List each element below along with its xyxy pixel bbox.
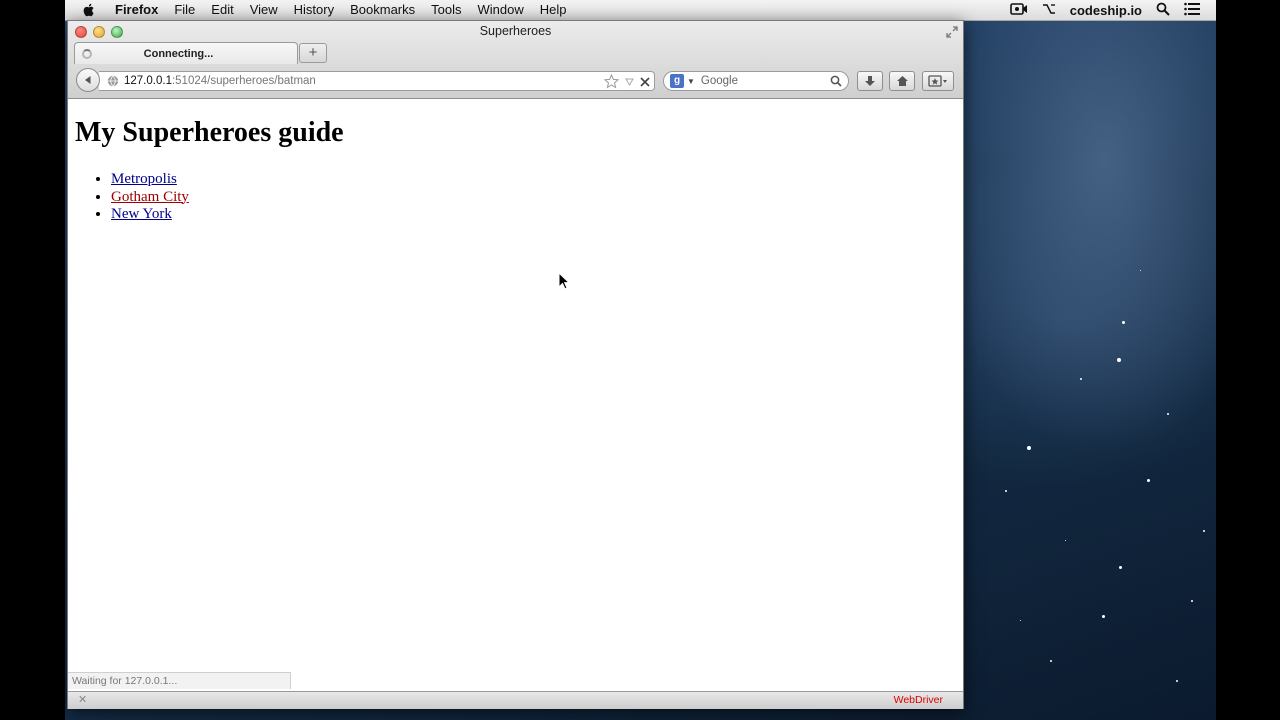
new-tab-button[interactable]: + [299,43,327,63]
url-bar[interactable]: 127.0.0.1:51024/superheroes/batman [99,71,655,91]
link-new-york[interactable]: New York [111,206,172,222]
page-content: My Superheroes guide Metropolis Gotham C… [68,99,963,689]
list-item: Metropolis [111,171,189,189]
notification-center-icon[interactable] [1184,2,1200,19]
menu-bar: Firefox File Edit View History Bookmarks… [65,0,1216,21]
search-icon[interactable] [830,75,842,90]
history-dropdown-icon[interactable] [625,77,634,89]
home-button[interactable] [889,71,915,91]
webdriver-indicator: WebDriver [893,694,943,706]
city-list: Metropolis Gotham City New York [75,171,189,224]
bookmark-star-icon[interactable] [603,73,620,92]
menu-bookmarks[interactable]: Bookmarks [342,0,423,20]
search-bar[interactable]: g ▼ Google [663,71,849,91]
page-heading: My Superheroes guide [75,117,344,148]
link-gotham-city[interactable]: Gotham City [111,189,189,205]
navigation-toolbar: 127.0.0.1:51024/superheroes/batman g ▼ … [68,64,963,98]
back-button[interactable] [76,68,100,92]
fullscreen-icon[interactable] [945,25,959,39]
tab-label: Connecting... [143,47,214,60]
url-path: :51024/superheroes/batman [171,75,316,87]
menu-view[interactable]: View [242,0,286,20]
window-title: Superheroes [479,24,552,38]
list-item: Gotham City [111,189,189,207]
bookmarks-menu-button[interactable] [922,71,954,91]
downloads-button[interactable] [857,71,883,91]
menu-history[interactable]: History [286,0,342,20]
keyboard-option-icon[interactable] [1042,3,1056,18]
search-engine-icon[interactable]: g [670,74,684,88]
search-input[interactable]: Google [701,75,738,87]
globe-icon[interactable] [107,75,119,87]
menu-app-firefox[interactable]: Firefox [107,0,166,20]
menu-window[interactable]: Window [470,0,532,20]
url-host: 127.0.0.1 [124,75,172,87]
close-addon-bar-icon[interactable]: ✕ [78,693,87,706]
menu-help[interactable]: Help [532,0,575,20]
link-metropolis[interactable]: Metropolis [111,171,177,187]
menu-bar-user[interactable]: codeship.io [1070,3,1142,18]
list-item: New York [111,206,189,224]
search-engine-dropdown-icon[interactable]: ▼ [687,77,695,86]
addon-bar: ✕ WebDriver [68,691,963,709]
window-titlebar: Superheroes Connecting... + 127.0.0.1:51… [68,21,963,99]
menu-tools[interactable]: Tools [423,0,469,20]
loading-spinner-icon [82,48,92,59]
stop-loading-icon[interactable] [640,76,650,90]
menu-edit[interactable]: Edit [203,0,241,20]
menu-file[interactable]: File [166,0,203,20]
spotlight-icon[interactable] [1156,2,1170,19]
screen: Firefox File Edit View History Bookmarks… [65,0,1216,720]
screen-recording-icon[interactable] [1009,2,1028,19]
status-message: Waiting for 127.0.0.1... [68,672,291,689]
menu-bar-extras: codeship.io [1009,0,1216,20]
home-icon [896,76,908,86]
tab-superheroes[interactable]: Connecting... [74,42,298,64]
mouse-cursor-icon [558,272,570,290]
apple-icon[interactable] [81,2,97,18]
url-actions [603,73,650,92]
browser-window: Superheroes Connecting... + 127.0.0.1:51… [67,20,964,709]
bookmarks-menu-icon [928,75,947,87]
download-arrow-icon [865,76,875,86]
back-arrow-icon [85,76,91,84]
